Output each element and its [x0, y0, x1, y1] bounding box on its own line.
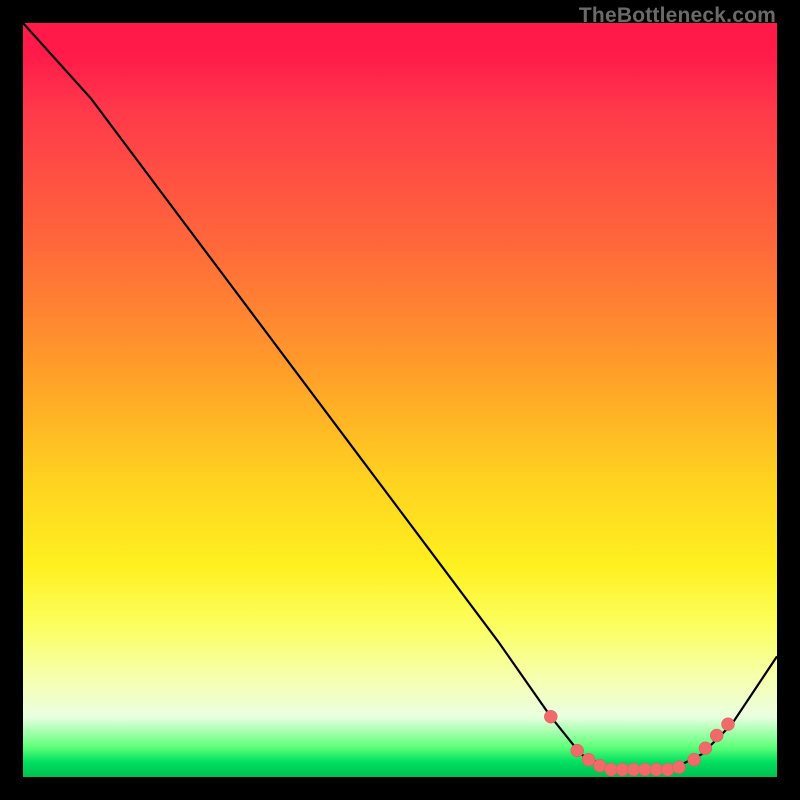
chart-stage: TheBottleneck.com	[0, 0, 800, 800]
marker-dot	[710, 729, 723, 742]
marker-dot	[722, 718, 735, 731]
marker-dot	[571, 744, 584, 757]
bottleneck-curve	[23, 23, 777, 770]
marker-dot	[673, 761, 686, 774]
plot-area	[23, 23, 777, 777]
marker-dot	[605, 763, 618, 776]
marker-dot	[639, 763, 652, 776]
curve-layer	[23, 23, 777, 777]
marker-dot	[699, 742, 712, 755]
marker-dot	[544, 710, 557, 723]
marker-dot	[582, 753, 595, 766]
marker-dot	[661, 763, 674, 776]
marker-dot	[688, 753, 701, 766]
marker-dot	[593, 759, 606, 772]
